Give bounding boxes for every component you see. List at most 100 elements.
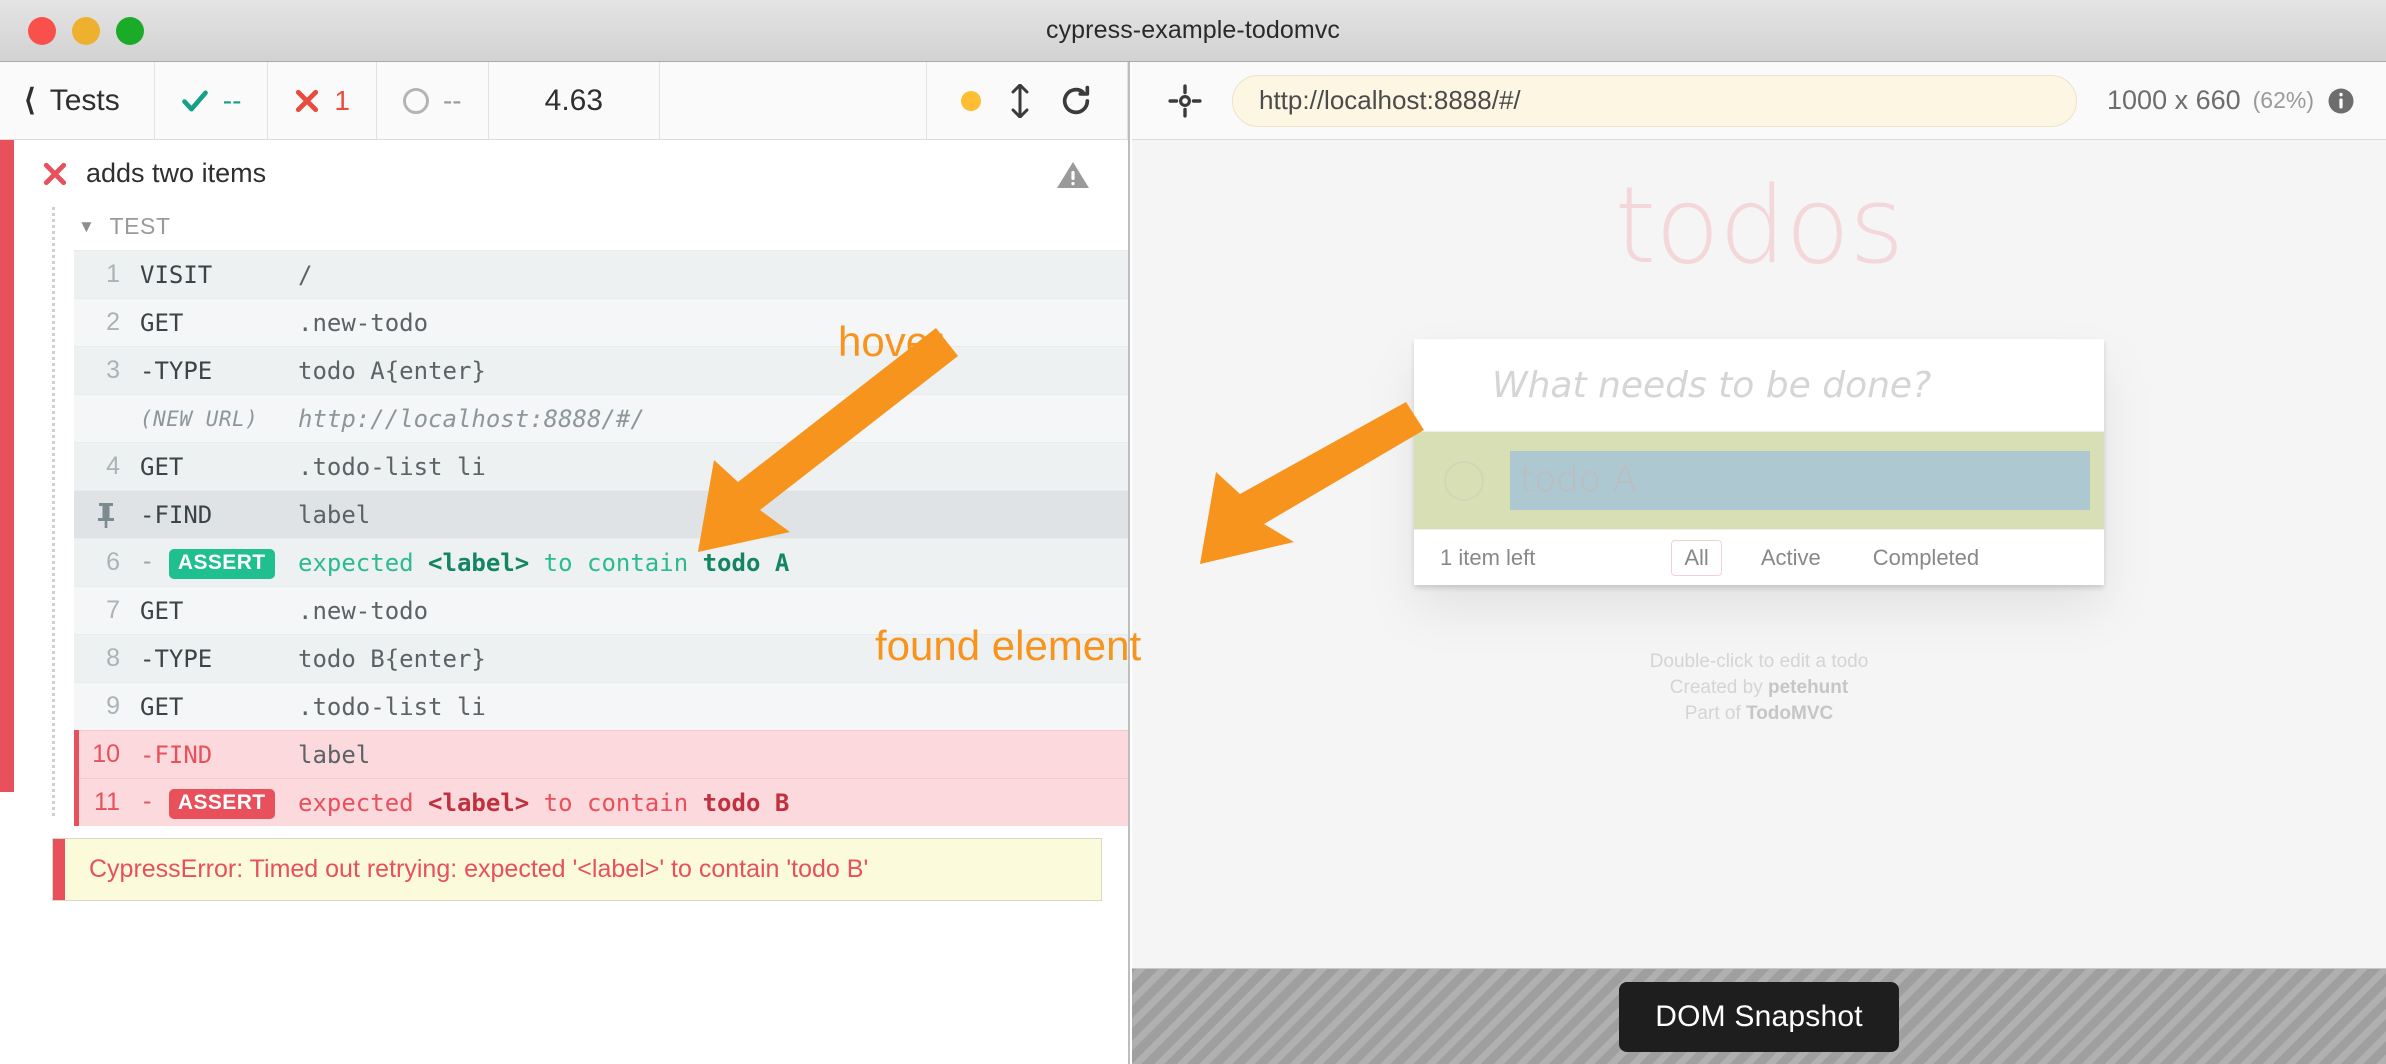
todo-filter-active[interactable]: Active (1748, 540, 1834, 576)
assert-badge: ASSERT (169, 549, 275, 579)
command-row[interactable]: 4GET.todo-list li (74, 442, 1128, 490)
command-name: -TYPE (140, 645, 298, 673)
command-name: GET (140, 309, 298, 337)
command-message: label (298, 501, 370, 529)
window-traffic-lights (28, 17, 144, 45)
dom-snapshot-bar: DOM Snapshot (1132, 968, 2386, 1064)
command-row[interactable]: 2GET.new-todo (74, 298, 1128, 346)
studio-status-dot-icon (961, 91, 981, 111)
test-container: adds two items ▼ TEST 1VI (0, 140, 1128, 901)
command-name: (NEW URL) (140, 407, 298, 431)
reporter-pane: ⟨ Tests -- 1 -- (0, 62, 1130, 1064)
todo-info-link[interactable]: petehunt (1768, 677, 1848, 698)
maximize-window-button[interactable] (116, 17, 144, 45)
url-text: http://localhost:8888/#/ (1259, 85, 1521, 116)
command-number: 8 (74, 644, 140, 673)
command-name: - ASSERT (140, 787, 298, 819)
test-error-banner[interactable]: CypressError: Timed out retrying: expect… (52, 838, 1102, 901)
auto-scroll-icon[interactable] (1009, 84, 1031, 118)
command-row[interactable]: -FINDlabel (74, 490, 1128, 538)
hook-row[interactable]: ▼ TEST (52, 207, 1128, 250)
url-bar[interactable]: http://localhost:8888/#/ (1232, 75, 2077, 127)
runner-pane: http://localhost:8888/#/ 1000 x 660 (62%… (1132, 62, 2386, 1064)
dom-snapshot-button[interactable]: DOM Snapshot (1619, 982, 1899, 1052)
pin-icon[interactable] (94, 501, 118, 529)
command-row[interactable]: 1VISIT/ (74, 250, 1128, 298)
info-icon[interactable] (2326, 86, 2356, 116)
error-message: CypressError: Timed out retrying: expect… (65, 839, 892, 900)
check-icon (181, 87, 209, 115)
command-row[interactable]: 10-FINDlabel (74, 730, 1128, 778)
command-row[interactable]: 8-TYPEtodo B{enter} (74, 634, 1128, 682)
command-row[interactable]: 7GET.new-todo (74, 586, 1128, 634)
duration-value: 4.63 (515, 84, 633, 118)
todo-item-label[interactable]: todo A (1510, 451, 2090, 510)
reporter-tools (927, 62, 1128, 139)
minimize-window-button[interactable] (72, 17, 100, 45)
command-number: 3 (74, 356, 140, 385)
todo-info-footer: Double-click to edit a todoCreated by pe… (1132, 649, 2386, 727)
test-block: adds two items ▼ TEST 1VI (14, 140, 1128, 901)
viewport-size: 1000 x 660 (2107, 85, 2241, 116)
todo-card: What needs to be done? todo A 1 item lef… (1414, 339, 2104, 585)
command-name: GET (140, 453, 298, 481)
stat-passed: -- (155, 62, 269, 139)
todo-toggle-checkbox[interactable] (1444, 461, 1484, 501)
command-message: label (298, 741, 370, 769)
command-row[interactable]: 11- ASSERTexpected <label> to contain to… (74, 778, 1128, 826)
restart-icon[interactable] (1059, 84, 1093, 118)
command-number: 1 (74, 260, 140, 289)
stat-pending: -- (377, 62, 489, 139)
command-name: - ASSERT (140, 547, 298, 579)
command-message: todo A{enter} (298, 357, 486, 385)
command-message: .new-todo (298, 597, 428, 625)
new-todo-input[interactable]: What needs to be done? (1414, 339, 2104, 431)
command-message: .new-todo (298, 309, 428, 337)
command-row[interactable]: (NEW URL)http://localhost:8888/#/ (74, 394, 1128, 442)
todo-filters: All Active Completed (1671, 540, 1992, 576)
command-number: 7 (74, 596, 140, 625)
hook-guide-line (52, 207, 55, 816)
x-icon (42, 161, 68, 187)
command-message: todo B{enter} (298, 645, 486, 673)
todo-count: 1 item left (1440, 545, 1535, 571)
command-name: -TYPE (140, 357, 298, 385)
command-name: VISIT (140, 261, 298, 289)
command-name: GET (140, 597, 298, 625)
command-number: 11 (74, 788, 140, 817)
todo-info-line: Double-click to edit a todo (1132, 649, 2386, 675)
todo-info-line: Created by petehunt (1132, 675, 2386, 701)
reporter-header-spacer (660, 62, 927, 139)
command-message: http://localhost:8888/#/ (298, 405, 645, 433)
command-number: 2 (74, 308, 140, 337)
command-row[interactable]: 9GET.todo-list li (74, 682, 1128, 730)
command-pin[interactable] (74, 501, 140, 529)
command-name: -FIND (140, 501, 298, 529)
stat-pending-count: -- (443, 85, 462, 117)
todo-info-link[interactable]: TodoMVC (1746, 703, 1833, 724)
commands-area: ▼ TEST 1VISIT/2GET.new-todo3-TYPEtodo A{… (14, 207, 1128, 826)
todo-filter-all[interactable]: All (1671, 540, 1721, 576)
warning-triangle-icon[interactable] (1056, 160, 1090, 190)
command-row[interactable]: 3-TYPEtodo A{enter} (74, 346, 1128, 394)
back-to-tests-button[interactable]: ⟨ Tests (0, 62, 155, 139)
command-message: expected <label> to contain todo B (298, 789, 789, 817)
todo-list-item[interactable]: todo A (1414, 431, 2104, 529)
stat-failed-count: 1 (334, 85, 350, 117)
command-message: / (298, 261, 312, 289)
close-window-button[interactable] (28, 17, 56, 45)
runner-header: http://localhost:8888/#/ 1000 x 660 (62%… (1132, 62, 2386, 140)
chevron-down-icon: ▼ (78, 217, 95, 237)
stat-failed: 1 (268, 62, 377, 139)
todo-filter-completed[interactable]: Completed (1860, 540, 1992, 576)
test-title: adds two items (86, 158, 266, 189)
command-message: .todo-list li (298, 693, 486, 721)
window-title: cypress-example-todomvc (0, 16, 2386, 45)
command-row[interactable]: 6- ASSERTexpected <label> to contain tod… (74, 538, 1128, 586)
test-title-row[interactable]: adds two items (14, 140, 1128, 207)
viewport-info: 1000 x 660 (62%) (2107, 85, 2386, 116)
selector-playground-icon[interactable] (1168, 84, 1202, 118)
command-name: -FIND (140, 741, 298, 769)
test-fail-stripe (0, 140, 14, 792)
command-list: 1VISIT/2GET.new-todo3-TYPEtodo A{enter}(… (74, 250, 1128, 826)
